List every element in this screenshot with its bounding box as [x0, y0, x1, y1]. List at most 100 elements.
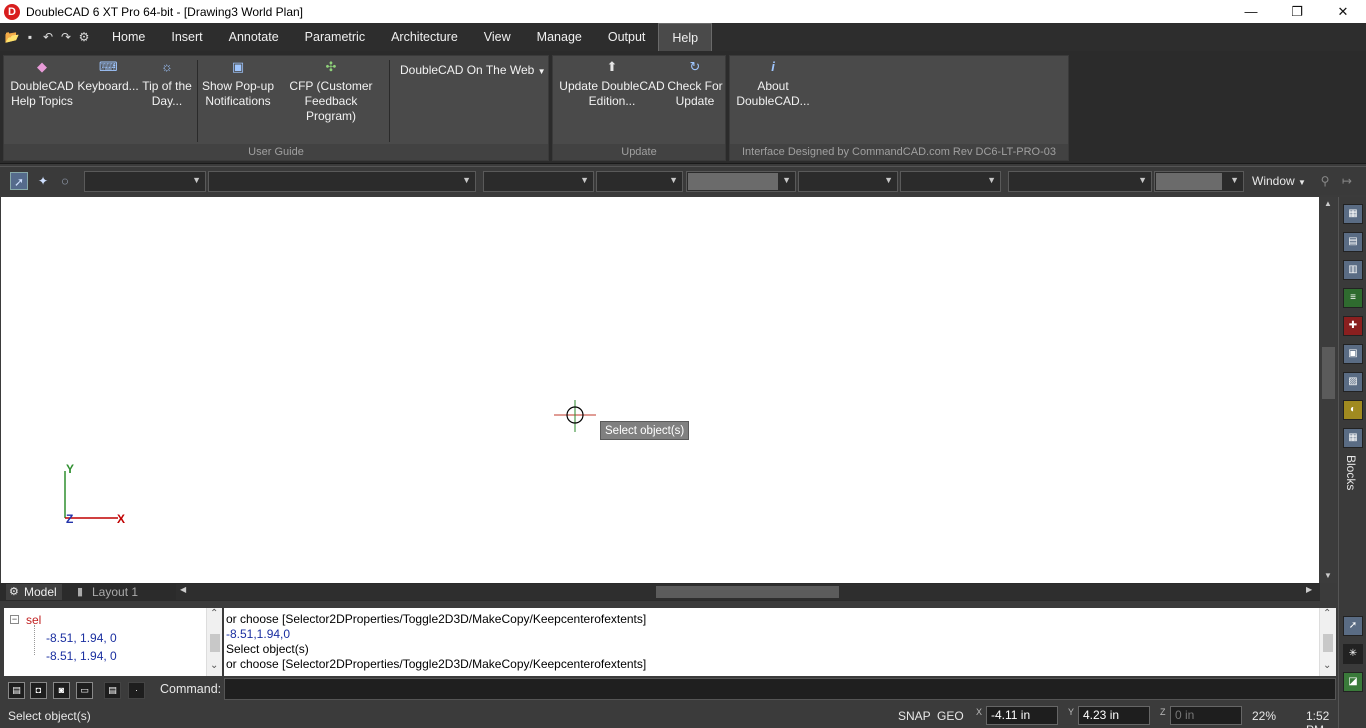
tab-model[interactable]: ⚙ Model — [6, 584, 62, 600]
fence-select-icon[interactable]: ◌ — [56, 172, 74, 190]
scroll-thumb[interactable] — [1323, 634, 1333, 652]
pattern-combo[interactable]: ▼ — [900, 171, 1001, 192]
command-input[interactable] — [224, 678, 1336, 700]
command-tool-icon-5[interactable]: ▤ — [104, 682, 121, 699]
scroll-thumb[interactable] — [656, 586, 839, 598]
scroll-up-icon[interactable]: ⌃ — [1323, 608, 1331, 619]
scroll-left-icon[interactable]: ◀ — [180, 585, 186, 594]
fill-color-combo[interactable]: ▼ — [1154, 171, 1244, 192]
command-tool-icon-6[interactable]: · — [128, 682, 145, 699]
command-tool-icon-2[interactable]: ◘ — [30, 682, 47, 699]
right-dock-panel: ▦ ▤ ▥ ≡ ✚ ▣ ▨ ◐ ▦ Blocks ➚ ✳ ◪ — [1338, 197, 1366, 728]
select-arrow-icon[interactable]: ➚ — [10, 172, 28, 190]
dock-tools-icon[interactable]: ✚ — [1343, 316, 1363, 336]
tree-scrollbar[interactable]: ⌃ ⌄ — [206, 608, 222, 676]
help-topics-button[interactable]: ◆ DoubleCAD Help Topics — [8, 56, 76, 109]
snap-toggle[interactable]: SNAP — [898, 709, 931, 723]
lightbulb-icon: ☼ — [161, 59, 173, 74]
geo-toggle[interactable]: GEO — [937, 709, 964, 723]
linestyle-combo[interactable]: ▼ — [208, 171, 476, 192]
ribbon-tab-bar: 📂 ▪ ↶ ↷ ⚙ Home Insert Annotate Parametri… — [0, 23, 1366, 63]
scroll-right-icon[interactable]: ▶ — [1306, 585, 1312, 594]
history-scrollbar[interactable]: ⌃ ⌄ — [1319, 608, 1336, 676]
scroll-thumb[interactable] — [210, 634, 220, 652]
dock-snap-icon[interactable]: ✳ — [1343, 644, 1363, 664]
restore-button[interactable]: ❐ — [1274, 0, 1320, 23]
cfp-button[interactable]: ✣ CFP (Customer Feedback Program) — [278, 56, 384, 124]
check-for-update-button[interactable]: ↻ Check For Update — [665, 56, 725, 109]
chevron-down-icon: ▼ — [1138, 175, 1147, 185]
tab-architecture[interactable]: Architecture — [378, 23, 471, 51]
pan-icon[interactable]: ⚲ — [1316, 172, 1334, 190]
dock-symbols-icon[interactable]: ◐ — [1343, 400, 1363, 420]
show-popup-notifications-button[interactable]: ▣ Show Pop-up Notifications — [200, 56, 276, 109]
chevron-down-icon: ▼ — [1230, 175, 1239, 185]
y-coordinate-field[interactable]: 4.23 in — [1078, 706, 1150, 725]
dock-palette-icon[interactable]: ▨ — [1343, 372, 1363, 392]
feedback-icon: ✣ — [325, 59, 337, 74]
dock-layers-icon[interactable]: ≡ — [1343, 288, 1363, 308]
dock-map-icon[interactable]: ◪ — [1343, 672, 1363, 692]
tab-home[interactable]: Home — [99, 23, 158, 51]
scroll-down-icon[interactable]: ▼ — [1324, 571, 1332, 580]
tab-output[interactable]: Output — [595, 23, 659, 51]
undo-icon[interactable]: ↶ — [39, 28, 57, 46]
arrow-right-icon[interactable]: ↦ — [1338, 172, 1356, 190]
dropdown-label: DoubleCAD On The Web — [400, 63, 535, 77]
app-logo-icon[interactable]: D — [4, 3, 20, 20]
open-icon[interactable]: 📂 — [3, 28, 21, 46]
redo-icon[interactable]: ↷ — [57, 28, 75, 46]
update-doublecad-button[interactable]: ⬆ Update DoubleCAD Edition... — [557, 56, 667, 109]
dock-blocks-icon[interactable]: ▦ — [1343, 428, 1363, 448]
close-button[interactable]: ✕ — [1320, 0, 1366, 23]
model-icon: ⚙ — [9, 586, 19, 598]
pen-combo[interactable]: ▼ — [596, 171, 683, 192]
tab-view[interactable]: View — [471, 23, 524, 51]
window-dropdown[interactable]: Window ▼ — [1252, 174, 1306, 188]
tip-of-day-button[interactable]: ☼ Tip of the Day... — [140, 56, 194, 109]
dock-select-icon[interactable]: ➚ — [1343, 616, 1363, 636]
tab-insert[interactable]: Insert — [158, 23, 215, 51]
tab-parametric[interactable]: Parametric — [292, 23, 378, 51]
tab-layout1[interactable]: ▮ Layout 1 — [74, 584, 170, 600]
chevron-down-icon: ▼ — [1298, 178, 1306, 187]
keyboard-button[interactable]: ⌨ Keyboard... — [76, 56, 140, 94]
settings-icon[interactable]: ⚙ — [75, 28, 93, 46]
scroll-up-icon[interactable]: ⌃ — [210, 608, 218, 619]
brush-combo[interactable]: ▼ — [798, 171, 898, 192]
scroll-up-icon[interactable]: ▲ — [1324, 199, 1332, 208]
scroll-down-icon[interactable]: ⌄ — [1323, 660, 1331, 671]
about-doublecad-button[interactable]: i About DoubleCAD... — [734, 56, 812, 109]
command-tool-icon-4[interactable]: ▭ — [76, 682, 93, 699]
lasso-select-icon[interactable]: ✦ — [34, 172, 52, 190]
doublecad-on-the-web-dropdown[interactable]: DoubleCAD On The Web ▼ — [400, 63, 546, 77]
tree-item[interactable]: -8.51, 1.94, 0 — [46, 631, 117, 645]
layer-combo[interactable]: ▼ — [84, 171, 206, 192]
minimize-button[interactable]: — — [1228, 0, 1274, 23]
drawing-canvas[interactable] — [1, 197, 1319, 583]
command-tool-icon-3[interactable]: ◙ — [53, 682, 70, 699]
collapse-icon[interactable]: − — [10, 615, 19, 624]
selection-tree[interactable]: − sel -8.51, 1.94, 0 -8.51, 1.94, 0 ⌃ ⌄ — [4, 608, 222, 676]
vertical-scrollbar[interactable]: ▲ ▼ — [1320, 197, 1337, 583]
tab-help[interactable]: Help — [658, 23, 713, 51]
dock-properties-icon[interactable]: ▦ — [1343, 204, 1363, 224]
blocks-tab[interactable]: Blocks — [1344, 455, 1358, 490]
x-coord-label: X — [976, 707, 983, 717]
dock-window-icon[interactable]: ▤ — [1343, 232, 1363, 252]
scroll-thumb[interactable] — [1322, 347, 1335, 399]
text-style-combo[interactable]: ▼ — [1008, 171, 1152, 192]
horizontal-scrollbar[interactable]: ◀ ▶ — [176, 584, 1320, 600]
color-combo[interactable]: ▼ — [686, 171, 796, 192]
lineweight-combo[interactable]: ▼ — [483, 171, 594, 192]
z-coordinate-field[interactable]: 0 in — [1170, 706, 1242, 725]
command-tool-icon-1[interactable]: ▤ — [8, 682, 25, 699]
tab-annotate[interactable]: Annotate — [216, 23, 292, 51]
dock-chart-icon[interactable]: ▥ — [1343, 260, 1363, 280]
x-coordinate-field[interactable]: -4.11 in — [986, 706, 1058, 725]
scroll-down-icon[interactable]: ⌄ — [210, 660, 218, 671]
tab-manage[interactable]: Manage — [524, 23, 595, 51]
save-icon[interactable]: ▪ — [21, 28, 39, 46]
dock-image-icon[interactable]: ▣ — [1343, 344, 1363, 364]
tree-item[interactable]: -8.51, 1.94, 0 — [46, 649, 117, 663]
